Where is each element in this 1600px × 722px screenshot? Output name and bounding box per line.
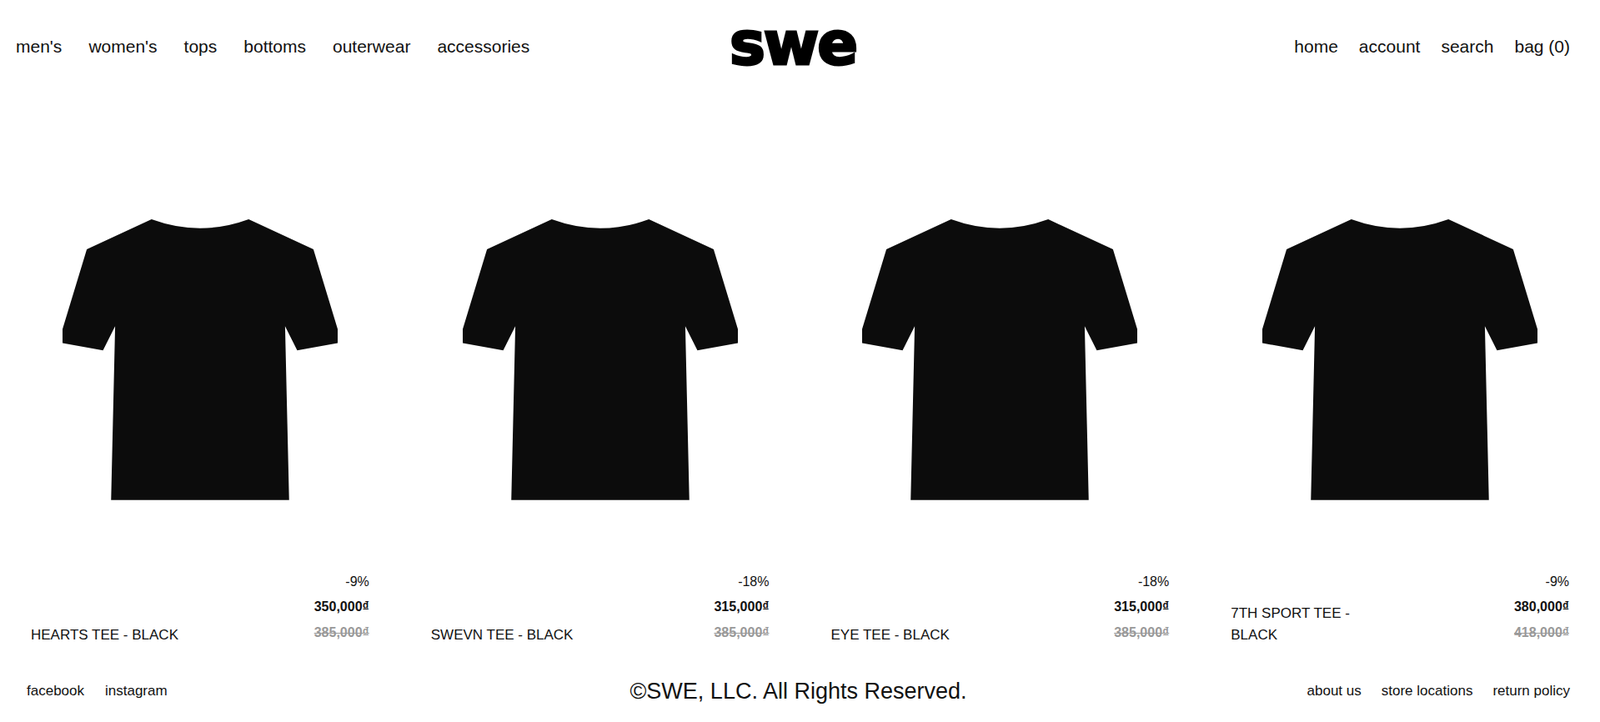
tshirt-icon: [462, 212, 738, 505]
price-block: -9%350,000₫385,000₫: [314, 569, 370, 646]
nav-link[interactable]: bottoms: [243, 36, 306, 57]
sale-price: 380,000₫: [1514, 594, 1570, 620]
nav-link[interactable]: women's: [88, 36, 157, 57]
header: men's women's tops bottoms outerwear accessor…: [0, 0, 1600, 94]
nav-link[interactable]: bag (0): [1514, 36, 1570, 57]
tshirt-icon: [862, 212, 1138, 505]
discount-badge: -18%: [713, 569, 769, 595]
nav-link[interactable]: tops: [184, 36, 218, 57]
product-card[interactable]: HEARTS TEE - BLACK -9%350,000₫385,000₫: [0, 212, 401, 646]
product-info: HEARTS TEE - BLACK -9%350,000₫385,000₫: [30, 569, 370, 646]
social-links: facebook instagram: [26, 682, 630, 700]
category-nav: men's women's tops bottoms outerwear accessor…: [15, 36, 722, 57]
product-card[interactable]: EYE TEE - BLACK -18%315,000₫385,000₫: [800, 212, 1201, 646]
discount-badge: -9%: [1514, 569, 1570, 595]
tshirt-icon: [62, 212, 338, 505]
product-image[interactable]: [431, 212, 770, 505]
copyright: ©SWE, LLC. All Rights Reserved.: [629, 678, 967, 705]
product-image[interactable]: [30, 212, 370, 505]
logo[interactable]: swe: [721, 13, 865, 81]
nav-link[interactable]: home: [1294, 36, 1339, 57]
nav-link[interactable]: men's: [15, 36, 62, 57]
original-price: 418,000₫: [1514, 620, 1570, 646]
product-info: SWEVN TEE - BLACK -18%315,000₫385,000₫: [431, 569, 770, 646]
product-name[interactable]: HEARTS TEE - BLACK: [30, 624, 179, 647]
sale-price: 315,000₫: [713, 594, 769, 620]
nav-link[interactable]: accessories: [436, 36, 530, 57]
price-block: -18%315,000₫385,000₫: [1113, 569, 1169, 646]
sale-price: 350,000₫: [314, 594, 370, 620]
footer-link[interactable]: store locations: [1381, 682, 1474, 700]
original-price: 385,000₫: [713, 620, 769, 646]
original-price: 385,000₫: [1113, 620, 1169, 646]
info-links: about us store locations return policy: [967, 682, 1570, 700]
product-card[interactable]: 7TH SPORT TEE - BLACK -9%380,000₫418,000₫: [1199, 212, 1600, 646]
social-link[interactable]: instagram: [105, 682, 168, 700]
nav-link[interactable]: search: [1440, 36, 1494, 57]
product-image[interactable]: [1230, 212, 1570, 505]
price-block: -18%315,000₫385,000₫: [713, 569, 769, 646]
product-name[interactable]: EYE TEE - BLACK: [831, 624, 950, 647]
price-block: -9%380,000₫418,000₫: [1514, 569, 1570, 646]
product-info: 7TH SPORT TEE - BLACK -9%380,000₫418,000₫: [1230, 569, 1570, 646]
product-card[interactable]: SWEVN TEE - BLACK -18%315,000₫385,000₫: [400, 212, 801, 646]
nav-link[interactable]: account: [1359, 36, 1421, 57]
discount-badge: -18%: [1113, 569, 1169, 595]
page: men's women's tops bottoms outerwear accessor…: [0, 0, 1600, 722]
product-name[interactable]: 7TH SPORT TEE - BLACK: [1230, 602, 1356, 646]
original-price: 385,000₫: [314, 620, 370, 646]
nav-link[interactable]: outerwear: [332, 36, 411, 57]
utility-nav: home account search bag (0): [864, 36, 1570, 57]
footer-link[interactable]: about us: [1307, 682, 1362, 700]
product-image[interactable]: [831, 212, 1170, 505]
tshirt-icon: [1262, 212, 1538, 505]
product-info: EYE TEE - BLACK -18%315,000₫385,000₫: [831, 569, 1170, 646]
sale-price: 315,000₫: [1113, 594, 1169, 620]
social-link[interactable]: facebook: [26, 682, 85, 700]
product-name[interactable]: SWEVN TEE - BLACK: [431, 624, 574, 647]
product-grid: HEARTS TEE - BLACK-9%350,000₫385,000₫SWE…: [0, 93, 1600, 646]
footer: facebook instagram ©SWE, LLC. All Rights R…: [0, 670, 1600, 722]
footer-link[interactable]: return policy: [1492, 682, 1570, 700]
discount-badge: -9%: [314, 569, 370, 595]
